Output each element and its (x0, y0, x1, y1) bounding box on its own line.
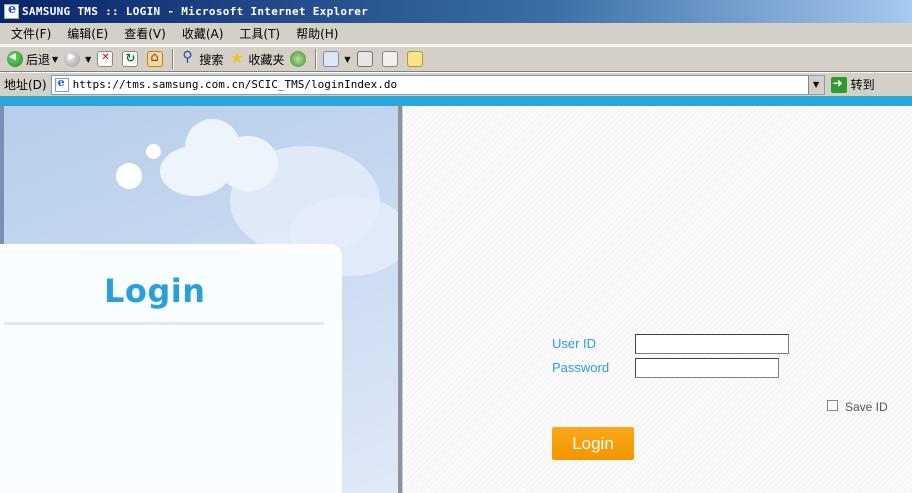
search-button[interactable]: 搜索 (177, 48, 226, 70)
password-label: Password (552, 360, 610, 375)
menu-help[interactable]: 帮助(H) (288, 25, 346, 42)
address-bar: 地址(D) https://tms.samsung.com.cn/SCIC_TM… (0, 72, 912, 96)
login-card: Login (0, 244, 342, 493)
address-dropdown-icon[interactable]: ▼ (807, 75, 824, 94)
search-icon (180, 49, 196, 67)
top-strip (0, 96, 912, 106)
left-panel: Login (0, 106, 398, 493)
refresh-button[interactable] (119, 48, 144, 70)
edit-button[interactable] (379, 48, 404, 70)
menu-view[interactable]: 查看(V) (116, 25, 174, 42)
window-title: SAMSUNG TMS :: LOGIN - Microsoft Interne… (22, 5, 369, 18)
back-dropdown-icon[interactable]: ▼ (52, 55, 58, 64)
forward-button[interactable]: ▼ (61, 48, 94, 70)
menu-file[interactable]: 文件(F) (3, 25, 59, 42)
login-heading: Login (104, 272, 206, 310)
address-input[interactable]: https://tms.samsung.com.cn/SCIC_TMS/logi… (50, 74, 825, 95)
right-panel: User ID Password Save ID Login (403, 106, 912, 493)
bubble-decoration (146, 144, 161, 159)
favorites-label: 收藏夹 (248, 52, 285, 67)
page-content: Login User ID Password Save ID Login (0, 96, 912, 493)
print-button[interactable] (354, 48, 379, 70)
forward-arrow-icon (64, 51, 81, 67)
printer-icon (356, 51, 373, 67)
go-button[interactable]: 转到 (830, 76, 875, 93)
menu-tools[interactable]: 工具(T) (231, 25, 288, 42)
address-label: 地址(D) (4, 78, 47, 92)
heading-divider (4, 322, 324, 325)
favorites-button[interactable]: 收藏夹 (226, 48, 287, 70)
messenger-icon (406, 51, 423, 67)
stop-icon (97, 51, 114, 67)
messenger-button[interactable] (404, 48, 429, 70)
user-id-input[interactable] (635, 334, 789, 354)
media-icon (290, 51, 307, 67)
page-icon (54, 76, 69, 92)
login-button[interactable]: Login (552, 427, 634, 460)
mail-button[interactable]: ▼ (320, 48, 353, 70)
toolbar-separator (172, 49, 175, 69)
menu-bar: 文件(F) 编辑(E) 查看(V) 收藏(A) 工具(T) 帮助(H) (0, 23, 912, 45)
back-button[interactable]: 后退 ▼ (4, 48, 61, 70)
menu-edit[interactable]: 编辑(E) (59, 25, 116, 42)
user-id-label: User ID (552, 336, 597, 351)
home-button[interactable] (144, 48, 169, 70)
ie-icon (4, 2, 19, 19)
address-url[interactable]: https://tms.samsung.com.cn/SCIC_TMS/logi… (73, 78, 398, 91)
back-arrow-icon (7, 51, 23, 67)
toolbar: 后退 ▼ ▼ 搜索 收藏夹 ▼ (0, 46, 912, 72)
save-id-checkbox[interactable] (827, 400, 838, 411)
go-arrow-icon (830, 76, 847, 93)
title-bar: SAMSUNG TMS :: LOGIN - Microsoft Interne… (0, 0, 912, 23)
edit-icon (381, 51, 398, 67)
save-id-label: Save ID (845, 400, 888, 414)
password-input[interactable] (635, 358, 779, 378)
home-icon (147, 50, 164, 67)
mail-icon (323, 51, 340, 67)
search-label: 搜索 (199, 52, 224, 67)
refresh-icon (122, 51, 139, 67)
back-label: 后退 (26, 52, 51, 67)
toolbar-separator (315, 49, 318, 69)
forward-dropdown-icon[interactable]: ▼ (85, 55, 91, 64)
cloud-decoration (218, 136, 278, 191)
bubble-decoration (116, 163, 142, 189)
mail-dropdown-icon[interactable]: ▼ (344, 55, 350, 64)
star-icon (229, 49, 245, 67)
go-label: 转到 (850, 78, 875, 92)
menu-favorites[interactable]: 收藏(A) (174, 25, 232, 42)
media-button[interactable] (287, 48, 312, 70)
stop-button[interactable] (94, 48, 119, 70)
